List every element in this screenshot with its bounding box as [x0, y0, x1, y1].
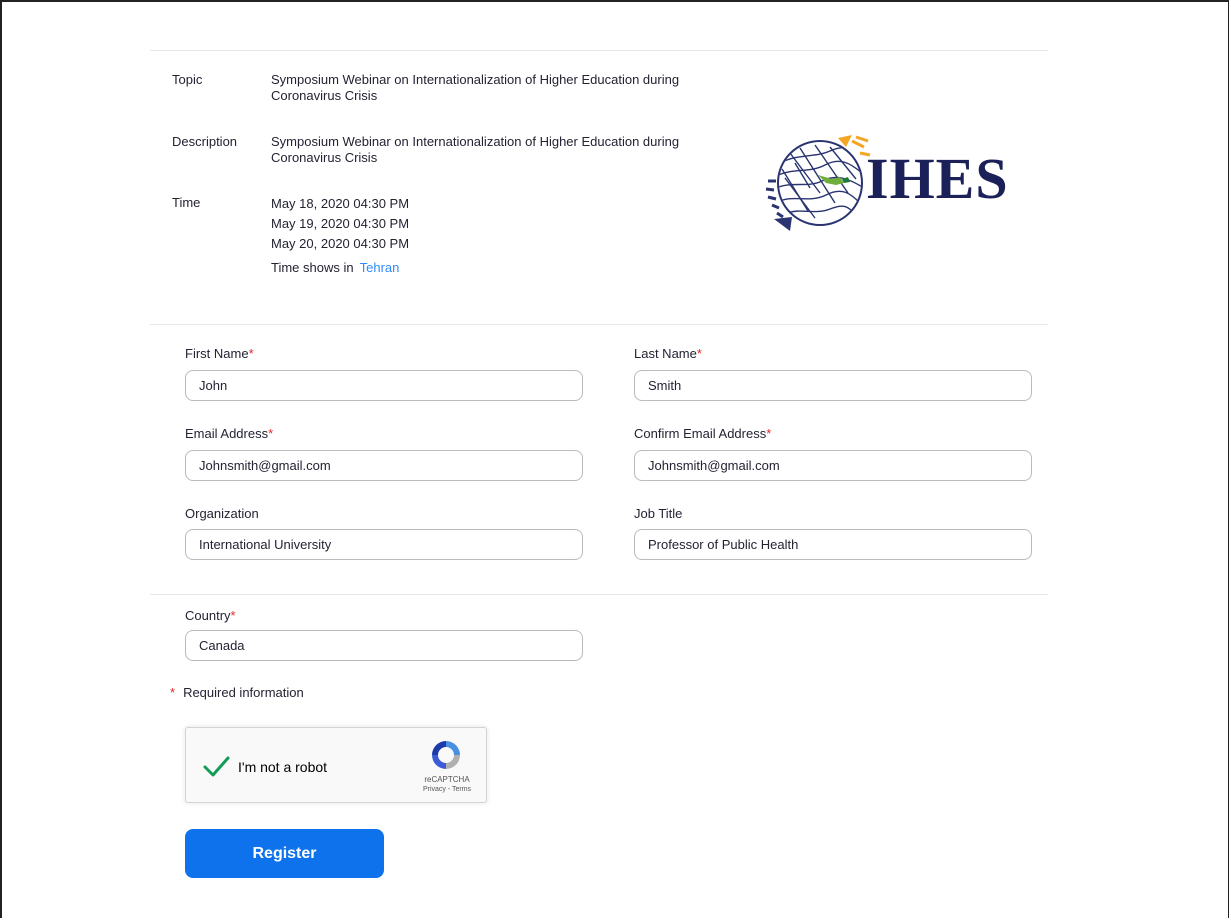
recaptcha-brand: reCAPTCHA — [424, 775, 470, 784]
required-info-text: Required information — [183, 685, 304, 700]
confirm-email-input[interactable] — [634, 450, 1032, 481]
checkmark-icon[interactable] — [202, 752, 230, 780]
recaptcha-links[interactable]: Privacy - Terms — [418, 786, 476, 793]
divider-top — [150, 50, 1048, 51]
last-name-label: Last Name* — [634, 346, 702, 361]
recaptcha-logo-icon — [432, 741, 460, 769]
required-marker: * — [268, 426, 274, 441]
first-name-input[interactable] — [185, 370, 583, 401]
divider-middle — [150, 324, 1048, 325]
register-button[interactable]: Register — [185, 829, 384, 878]
time-entry: May 20, 2020 04:30 PM — [271, 236, 410, 251]
required-marker: * — [766, 426, 772, 441]
required-marker: * — [248, 346, 254, 361]
recaptcha-label: I'm not a robot — [238, 759, 328, 775]
organization-input[interactable] — [185, 529, 583, 560]
last-name-input[interactable] — [634, 370, 1032, 401]
country-input[interactable] — [185, 630, 583, 661]
logo-text: IHES — [866, 146, 1009, 211]
job-title-input[interactable] — [634, 529, 1032, 560]
job-title-label: Job Title — [634, 506, 683, 521]
recaptcha-widget: I'm not a robot reCAPTCHA Privacy - Term… — [185, 727, 487, 803]
timezone-prefix: Time shows in — [271, 260, 354, 275]
confirm-email-label: Confirm Email Address* — [634, 426, 772, 441]
required-marker: * — [696, 346, 702, 361]
description-label: Description — [172, 134, 238, 149]
time-list: May 18, 2020 04:30 PM May 19, 2020 04:30… — [271, 194, 721, 254]
required-marker: * — [170, 685, 176, 700]
country-label: Country* — [185, 608, 236, 623]
timezone-note: Time shows in Tehran — [271, 260, 399, 275]
topic-value: Symposium Webinar on Internationalizatio… — [271, 72, 680, 103]
time-entry: May 18, 2020 04:30 PM — [271, 196, 410, 211]
required-marker: * — [230, 608, 236, 623]
first-name-label: First Name* — [185, 346, 254, 361]
description-value: Symposium Webinar on Internationalizatio… — [271, 134, 680, 165]
divider-bottom — [150, 594, 1048, 595]
required-info-note: * Required information — [170, 685, 304, 700]
timezone-link[interactable]: Tehran — [360, 260, 400, 275]
time-label: Time — [172, 195, 201, 210]
time-entry: May 19, 2020 04:30 PM — [271, 216, 410, 231]
email-label: Email Address* — [185, 426, 274, 441]
topic-label: Topic — [172, 72, 203, 87]
organization-label: Organization — [185, 506, 259, 521]
email-input[interactable] — [185, 450, 583, 481]
